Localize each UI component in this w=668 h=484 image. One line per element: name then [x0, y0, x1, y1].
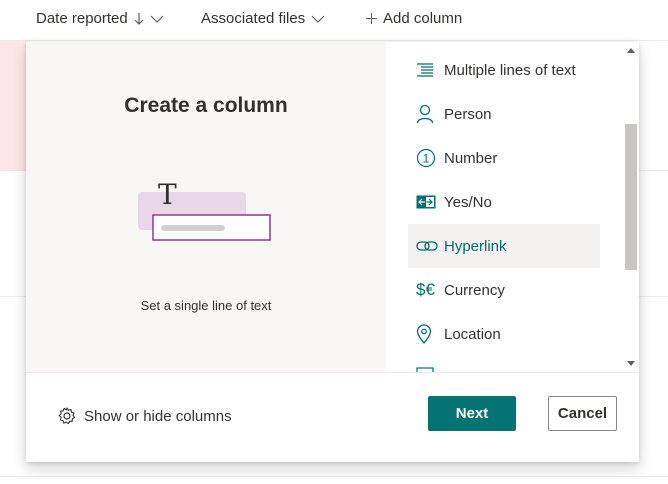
- column-associated-files-label: Associated files: [201, 10, 306, 27]
- cancel-button[interactable]: Cancel: [548, 396, 617, 431]
- chevron-down-icon[interactable]: [150, 14, 164, 24]
- panel-title: Create a column: [124, 94, 288, 117]
- single-line-text-illustration: T: [138, 178, 271, 241]
- link-icon: [416, 224, 442, 268]
- column-type-location[interactable]: Location: [408, 312, 600, 356]
- svg-text:T: T: [158, 178, 177, 211]
- person-icon: [416, 92, 442, 136]
- scroll-up-arrow-icon[interactable]: [627, 48, 635, 53]
- chevron-down-icon[interactable]: [311, 14, 325, 24]
- column-date-reported-label: Date reported: [36, 10, 128, 27]
- column-associated-files[interactable]: Associated files: [201, 10, 325, 27]
- yes-no-icon: [416, 180, 442, 224]
- row-divider: [0, 40, 668, 41]
- column-type-person[interactable]: Person: [408, 92, 600, 136]
- number-icon: 1: [416, 136, 442, 180]
- gear-icon: [58, 407, 76, 425]
- column-date-reported[interactable]: Date reported: [36, 10, 164, 27]
- column-type-label: Multiple lines of text: [444, 61, 576, 79]
- list-column-header: Date reported Associated files Add colum…: [0, 0, 668, 40]
- scrollbar-thumb[interactable]: [625, 124, 637, 270]
- scroll-down-arrow-icon[interactable]: [627, 361, 635, 366]
- column-type-partial[interactable]: [408, 356, 600, 372]
- column-type-yes-no[interactable]: Yes/No: [408, 180, 600, 224]
- show-hide-columns-label: Show or hide columns: [84, 407, 232, 425]
- column-type-currency[interactable]: $€ Currency: [408, 268, 600, 312]
- plus-icon: [366, 13, 377, 24]
- column-preview: Create a column T Set a single line of t…: [26, 42, 386, 372]
- column-type-number[interactable]: 1 Number: [408, 136, 600, 180]
- column-type-label: Currency: [444, 281, 505, 299]
- column-type-scrollbar[interactable]: [621, 42, 639, 372]
- column-type-label: Person: [444, 105, 492, 123]
- column-type-label: Hyperlink: [444, 237, 507, 255]
- panel-footer: Show or hide columns Next Cancel: [26, 372, 639, 462]
- row-divider: [0, 476, 668, 477]
- column-type-multiple-lines[interactable]: Multiple lines of text: [408, 48, 600, 92]
- next-button[interactable]: Next: [428, 396, 516, 431]
- column-type-label: Yes/No: [444, 193, 492, 211]
- column-type-label: Number: [444, 149, 498, 167]
- show-hide-columns-link[interactable]: Show or hide columns: [58, 407, 232, 425]
- currency-icon: $€: [416, 280, 435, 299]
- add-column-button[interactable]: Add column: [366, 10, 462, 27]
- location-pin-icon: [416, 312, 442, 356]
- sort-down-arrow-icon: [134, 12, 144, 25]
- preview-description: Set a single line of text: [140, 298, 272, 313]
- add-column-label: Add column: [383, 10, 463, 27]
- column-type-label: Location: [444, 325, 501, 343]
- multiline-text-icon: [416, 48, 442, 92]
- column-type-list[interactable]: Multiple lines of text Person 1 Number Y…: [386, 42, 639, 372]
- column-type-hyperlink[interactable]: Hyperlink: [408, 224, 600, 268]
- svg-text:1: 1: [423, 152, 430, 166]
- create-column-panel: Create a column T Set a single line of t…: [26, 42, 639, 462]
- partial-type-icon: [416, 356, 442, 372]
